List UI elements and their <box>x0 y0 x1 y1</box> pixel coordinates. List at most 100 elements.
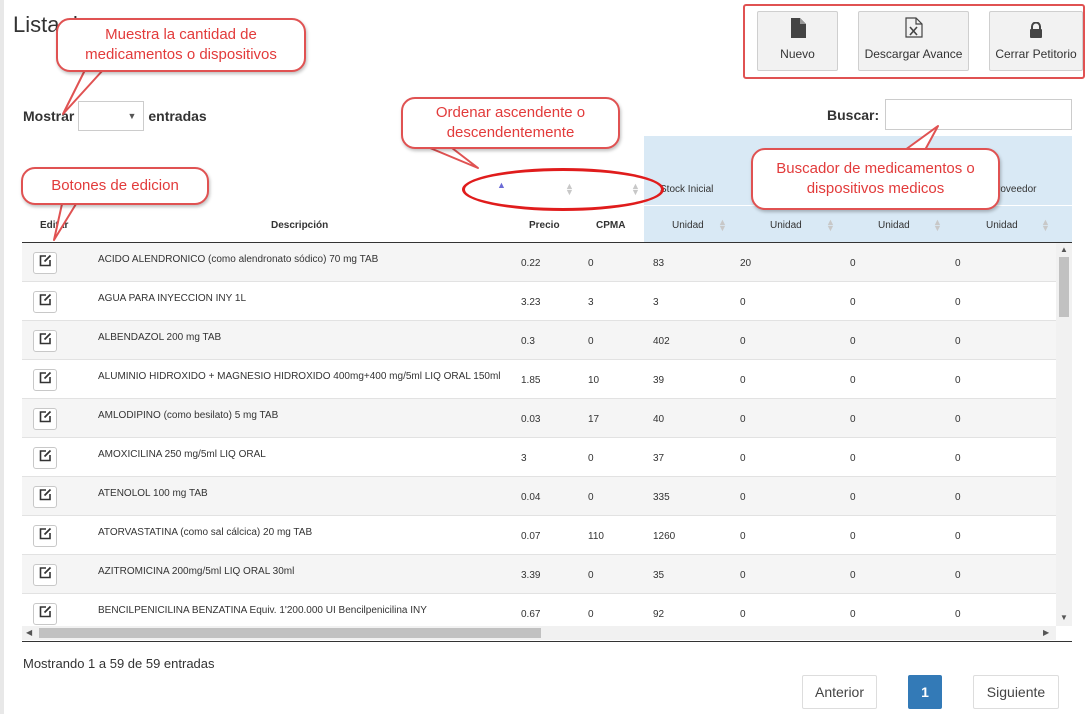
edit-button[interactable] <box>33 330 57 352</box>
table-row: ATORVASTATINA (como sal cálcica) 20 mg T… <box>22 516 1056 555</box>
cell-value: 0 <box>955 414 961 425</box>
cell-value: 0 <box>850 375 856 386</box>
col-header-proveedor[interactable]: roveedor <box>997 184 1036 195</box>
cell-value: 0 <box>850 492 856 503</box>
scroll-right-icon[interactable]: ▶ <box>1043 628 1049 637</box>
cell-value: 0 <box>955 297 961 308</box>
cell-descripcion: AGUA PARA INYECCION INY 1L <box>98 293 247 304</box>
search-input[interactable] <box>885 99 1073 130</box>
scrollbar-thumb[interactable] <box>39 628 541 638</box>
cell-value: 0 <box>955 531 961 542</box>
close-request-button[interactable]: Cerrar Petitorio <box>989 11 1083 71</box>
cell-descripcion: ALBENDAZOL 200 mg TAB <box>98 332 222 343</box>
scrollbar-thumb[interactable] <box>1059 257 1069 317</box>
edit-button[interactable] <box>33 447 57 469</box>
cell-value: 0 <box>850 453 856 464</box>
cell-cpma: 17 <box>588 414 600 425</box>
edit-icon <box>39 254 52 272</box>
cell-value: 0 <box>740 336 746 347</box>
download-button-label: Descargar Avance <box>864 47 963 61</box>
edit-button[interactable] <box>33 564 57 586</box>
new-button-label: Nuevo <box>780 47 815 61</box>
pagination-previous[interactable]: Anterior <box>802 675 877 709</box>
cell-stock: 402 <box>653 336 670 347</box>
pagination-next[interactable]: Siguiente <box>973 675 1059 709</box>
horizontal-scrollbar[interactable]: ◀ ▶ <box>22 626 1056 640</box>
cell-precio: 0.67 <box>521 609 541 620</box>
cell-descripcion: BENCILPENICILINA BENZATINA Equiv. 1'200.… <box>98 605 427 616</box>
edit-icon <box>39 410 52 428</box>
cell-stock: 92 <box>653 609 665 620</box>
cell-cpma: 0 <box>588 336 594 347</box>
edit-button[interactable] <box>33 408 57 430</box>
col-header-unidad[interactable]: Unidad <box>770 220 802 231</box>
cell-value: 0 <box>955 609 961 620</box>
col-header-descripcion[interactable]: Descripción <box>271 220 328 231</box>
table-bottom-border <box>22 641 1072 642</box>
edit-icon <box>39 371 52 389</box>
cell-precio: 3.39 <box>521 570 541 581</box>
annotation-sort: Ordenar ascendente o descendentemente <box>401 97 620 149</box>
table-body: ACIDO ALENDRONICO (como alendronato sódi… <box>22 243 1056 626</box>
col-header-stock-inicial[interactable]: Stock Inicial <box>660 184 713 195</box>
col-header-unidad[interactable]: Unidad <box>672 220 704 231</box>
pagination-page[interactable]: 1 <box>908 675 942 709</box>
col-header-precio[interactable]: Precio <box>529 220 560 231</box>
col-header-unidad[interactable]: Unidad <box>878 220 910 231</box>
length-label-after: entradas <box>148 108 207 124</box>
edit-button[interactable] <box>33 291 57 313</box>
chevron-down-icon: ▼ <box>127 111 137 121</box>
col-header-cpma[interactable]: CPMA <box>596 220 625 231</box>
scroll-up-icon[interactable]: ▲ <box>1060 245 1068 254</box>
cell-descripcion: AMLODIPINO (como besilato) 5 mg TAB <box>98 410 279 421</box>
cell-precio: 0.3 <box>521 336 535 347</box>
cell-value: 0 <box>740 531 746 542</box>
cell-value: 0 <box>740 570 746 581</box>
cell-value: 0 <box>850 297 856 308</box>
annotation-edit: Botones de edicion <box>21 167 209 205</box>
sort-icon[interactable]: ▲ ▼ <box>1041 218 1050 233</box>
file-icon <box>790 18 806 41</box>
edit-button[interactable] <box>33 603 57 625</box>
download-progress-button[interactable]: Descargar Avance <box>858 11 969 71</box>
cell-value: 0 <box>955 336 961 347</box>
annotation-search: Buscador de medicamentos o dispositivos … <box>751 148 1000 210</box>
entries-per-page-select[interactable]: ▼ <box>78 101 145 131</box>
table-row: ATENOLOL 100 mg TAB 0.04 0 335 0 0 0 <box>22 477 1056 516</box>
cell-cpma: 0 <box>588 453 594 464</box>
cell-cpma: 0 <box>588 609 594 620</box>
cell-stock: 35 <box>653 570 665 581</box>
edit-icon <box>39 605 52 623</box>
page-left-border <box>0 0 4 714</box>
edit-button[interactable] <box>33 369 57 391</box>
cell-stock: 37 <box>653 453 665 464</box>
col-header-unidad[interactable]: Unidad <box>986 220 1018 231</box>
new-button[interactable]: Nuevo <box>757 11 838 71</box>
cell-descripcion: AMOXICILINA 250 mg/5ml LIQ ORAL <box>98 449 266 460</box>
edit-button[interactable] <box>33 486 57 508</box>
cell-stock: 39 <box>653 375 665 386</box>
cell-precio: 0.04 <box>521 492 541 503</box>
scroll-down-icon[interactable]: ▼ <box>1060 613 1068 622</box>
cell-cpma: 10 <box>588 375 600 386</box>
sort-highlight-ellipse <box>462 168 664 211</box>
vertical-scrollbar[interactable]: ▲ ▼ <box>1056 243 1072 626</box>
close-button-label: Cerrar Petitorio <box>995 47 1077 61</box>
edit-icon <box>39 293 52 311</box>
sort-icon[interactable]: ▲ ▼ <box>826 218 835 233</box>
cell-value: 0 <box>850 336 856 347</box>
edit-button[interactable] <box>33 252 57 274</box>
scroll-left-icon[interactable]: ◀ <box>26 628 32 637</box>
col-header-editar: Editar <box>40 220 69 231</box>
cell-value: 0 <box>850 531 856 542</box>
sort-icon[interactable]: ▲ ▼ <box>933 218 942 233</box>
cell-precio: 0.07 <box>521 531 541 542</box>
cell-value: 0 <box>955 453 961 464</box>
cell-stock: 335 <box>653 492 670 503</box>
cell-cpma: 110 <box>588 531 604 542</box>
cell-descripcion: ALUMINIO HIDROXIDO + MAGNESIO HIDROXIDO … <box>98 371 501 382</box>
cell-descripcion: ATENOLOL 100 mg TAB <box>98 488 208 499</box>
cell-value: 0 <box>850 258 856 269</box>
sort-icon[interactable]: ▲ ▼ <box>718 218 727 233</box>
edit-button[interactable] <box>33 525 57 547</box>
